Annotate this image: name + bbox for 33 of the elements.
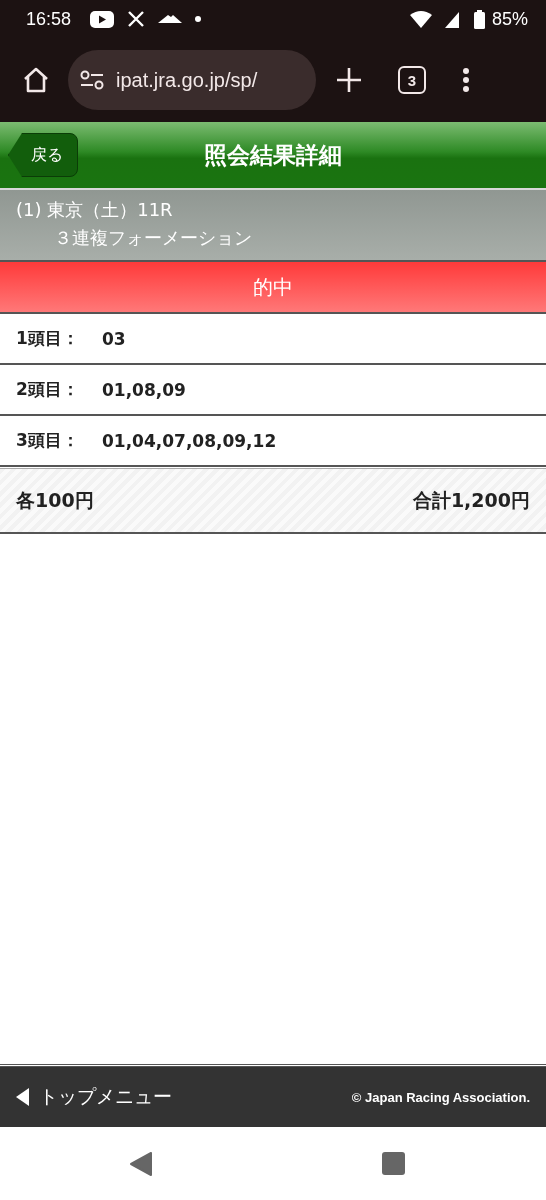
status-time: 16:58 xyxy=(26,8,72,30)
back-icon[interactable] xyxy=(129,1151,152,1176)
page-title: 照会結果詳細 xyxy=(204,140,342,170)
wifi-icon xyxy=(409,10,432,28)
video-icon xyxy=(90,10,115,28)
race-name: (1) 東京（土）11R xyxy=(16,198,174,222)
horse-numbers: 01,04,07,08,09,12 xyxy=(102,430,277,451)
overview-icon[interactable] xyxy=(381,1152,405,1175)
mountain-icon xyxy=(158,13,183,25)
tab-switcher-button[interactable]: 3 xyxy=(398,66,426,94)
row-label: 2頭目： xyxy=(16,378,80,401)
back-button[interactable]: 戻る xyxy=(8,133,78,177)
x-icon xyxy=(127,10,146,28)
horse-numbers: 01,08,09 xyxy=(102,379,186,400)
row-label: 3頭目： xyxy=(16,429,80,452)
signal-icon xyxy=(444,10,461,28)
address-bar[interactable]: ipat.jra.go.jp/sp/ xyxy=(68,50,316,110)
result-label: 的中 xyxy=(253,273,293,301)
site-settings-icon[interactable] xyxy=(80,70,104,90)
dot-icon xyxy=(195,16,202,22)
bet-type: ３連複フォーメーション xyxy=(53,226,253,250)
left-triangle-icon xyxy=(16,1088,29,1106)
row-label: 1頭目： xyxy=(16,327,80,350)
total-amount: 合計1,200円 xyxy=(412,487,530,513)
copyright: © Japan Racing Association. xyxy=(351,1089,530,1105)
home-icon[interactable] xyxy=(22,66,50,94)
menu-icon[interactable] xyxy=(462,67,470,93)
top-menu-link[interactable]: トップメニュー xyxy=(16,1084,172,1110)
battery-level: 85% xyxy=(491,8,528,30)
plus-icon[interactable] xyxy=(336,67,362,93)
battery-icon xyxy=(473,9,485,29)
unit-amount: 各100円 xyxy=(16,487,94,513)
horse-numbers: 03 xyxy=(102,328,126,349)
